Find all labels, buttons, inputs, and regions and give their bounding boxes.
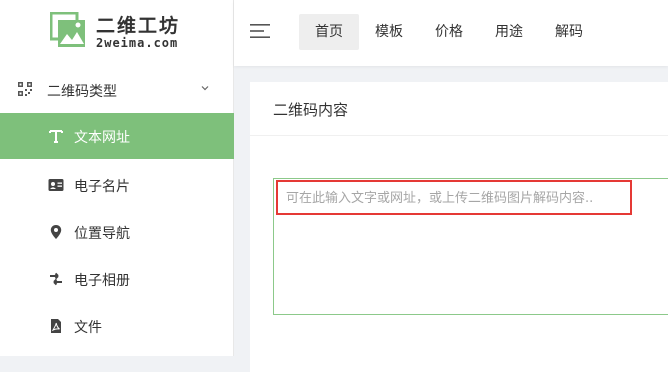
sidebar-item-business-card[interactable]: 电子名片 — [0, 162, 234, 208]
sidebar-item-text-url[interactable]: 文本网址 — [0, 113, 234, 159]
sidebar: 二维工坊 2weima.com 二维码类型 文本网址 电子名片 位置导航 电子相… — [0, 0, 234, 356]
pdf-file-icon — [51, 319, 61, 333]
qr-code-icon — [18, 82, 32, 96]
sidebar-item-location[interactable]: 位置导航 — [0, 209, 234, 255]
logo[interactable]: 二维工坊 2weima.com — [0, 0, 234, 66]
card-title: 二维码内容 — [273, 101, 349, 119]
qr-content-input[interactable] — [273, 178, 668, 315]
tab-pricing[interactable]: 价格 — [421, 14, 477, 50]
tab-usage[interactable]: 用途 — [481, 14, 537, 50]
logo-title: 二维工坊 — [96, 15, 181, 37]
divider — [250, 135, 668, 136]
sidebar-item-label: 文件 — [74, 320, 102, 336]
shuffle-arrows-icon — [50, 272, 62, 286]
sidebar-item-label: 位置导航 — [74, 226, 130, 242]
qr-frame-mountain-icon — [50, 12, 85, 47]
hamburger-icon[interactable] — [250, 22, 272, 40]
chevron-down-icon — [201, 86, 209, 91]
tab-decode[interactable]: 解码 — [541, 14, 597, 50]
sidebar-item-label: 电子相册 — [74, 273, 130, 289]
top-navigation: 首页 模板 价格 用途 解码 — [234, 0, 668, 66]
map-pin-icon — [50, 225, 62, 239]
sidebar-item-label: 文本网址 — [74, 130, 130, 146]
sidebar-item-file[interactable]: 文件 — [0, 303, 234, 349]
sidebar-item-label: 电子名片 — [74, 179, 130, 195]
tab-templates[interactable]: 模板 — [361, 14, 417, 50]
logo-subtitle: 2weima.com — [96, 36, 179, 50]
tab-home[interactable]: 首页 — [299, 14, 359, 50]
text-t-icon — [49, 130, 63, 143]
sidebar-group-label: 二维码类型 — [47, 84, 117, 100]
sidebar-group-qr-types[interactable]: 二维码类型 — [0, 66, 234, 112]
sidebar-item-album[interactable]: 电子相册 — [0, 256, 234, 302]
id-card-icon — [48, 179, 64, 191]
